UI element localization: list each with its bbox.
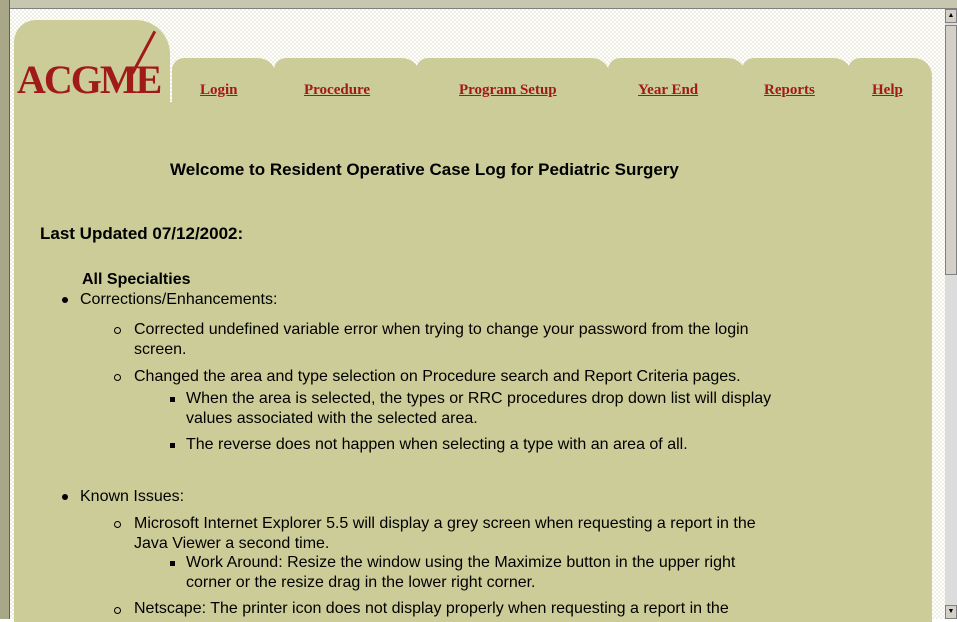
nav-help-link[interactable]: Help — [872, 82, 903, 99]
list-item-text: When the area is selected, the types or … — [186, 390, 772, 407]
scroll-up-icon[interactable]: ▲ — [945, 9, 957, 23]
list-item-text: Microsoft Internet Explorer 5.5 will dis… — [134, 515, 756, 532]
list-item-text: Java Viewer a second time. — [134, 535, 330, 552]
vertical-scrollbar[interactable]: ▲ ▼ — [945, 9, 957, 619]
list-item-text: The reverse does not happen when selecti… — [186, 436, 688, 453]
list-item-text: Changed the area and type selection on P… — [134, 368, 741, 385]
list-item-text: screen. — [134, 341, 187, 358]
list-item-corrections: Corrections/Enhancements: — [80, 291, 278, 308]
list-item-text: Corrected undefined variable error when … — [134, 321, 749, 338]
bullet-circle-icon — [114, 374, 121, 381]
bullet-disc-icon — [62, 297, 68, 303]
list-item-text: values associated with the selected area… — [186, 410, 478, 427]
page-title: Welcome to Resident Operative Case Log f… — [170, 160, 679, 179]
nav-year-end-link[interactable]: Year End — [638, 82, 698, 99]
bullet-square-icon — [170, 561, 175, 566]
nav-procedure-link[interactable]: Procedure — [304, 82, 370, 99]
scrollbar-thumb[interactable] — [945, 25, 957, 275]
bullet-disc-icon — [62, 494, 68, 500]
bullet-circle-icon — [114, 521, 121, 528]
bullet-circle-icon — [114, 607, 121, 614]
list-item-text: Netscape: The printer icon does not disp… — [134, 600, 729, 617]
window-top-border — [0, 0, 957, 9]
nav-reports-link[interactable]: Reports — [764, 82, 815, 99]
bullet-square-icon — [170, 397, 175, 402]
nav-login-link[interactable]: Login — [200, 82, 238, 99]
scroll-down-icon[interactable]: ▼ — [945, 605, 957, 619]
bullet-circle-icon — [114, 327, 121, 334]
list-item-text: corner or the resize drag in the lower r… — [186, 574, 536, 591]
list-item-known-issues: Known Issues: — [80, 488, 185, 505]
last-updated-heading: Last Updated 07/12/2002: — [40, 224, 244, 243]
list-item-text: Work Around: Resize the window using the… — [186, 554, 736, 571]
section-heading: All Specialties — [82, 271, 191, 288]
nav-program-setup-link[interactable]: Program Setup — [459, 82, 557, 99]
window-left-border — [0, 0, 10, 619]
bullet-square-icon — [170, 443, 175, 448]
